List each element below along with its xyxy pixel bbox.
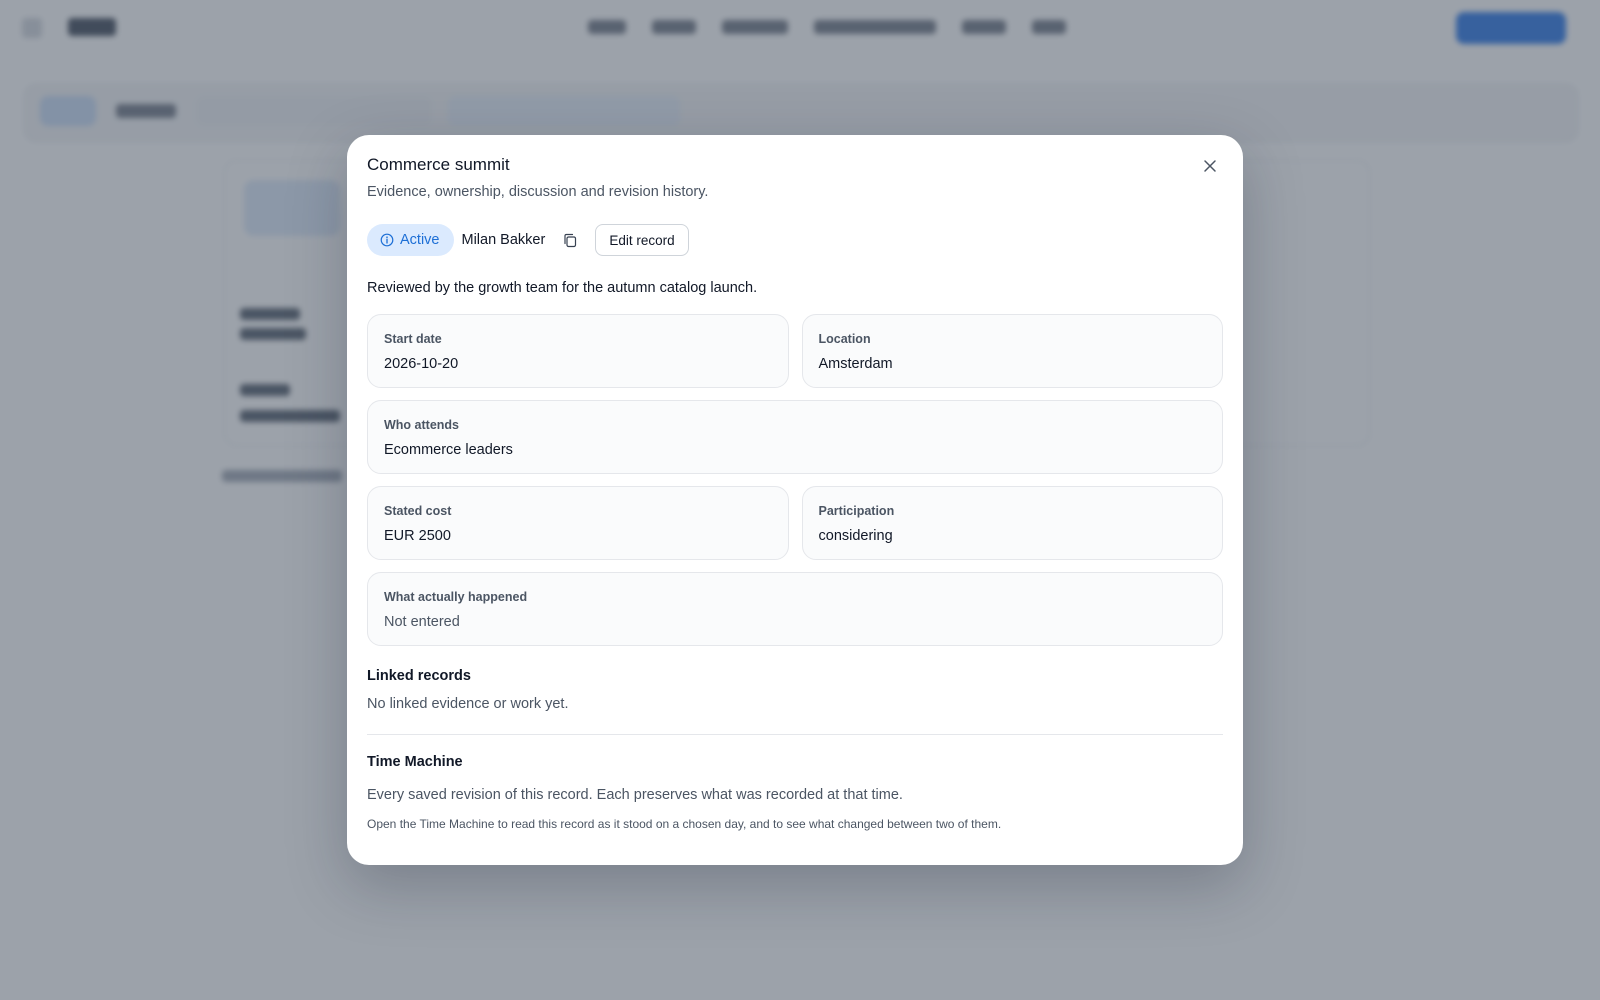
field-value: considering xyxy=(818,528,893,544)
info-icon xyxy=(380,233,394,247)
linked-records-heading: Linked records xyxy=(367,668,471,684)
status-badge: Active xyxy=(367,224,454,256)
field-label: Who attends xyxy=(384,418,459,432)
copy-button[interactable] xyxy=(559,229,581,251)
field-label: Participation xyxy=(818,504,895,518)
record-fields: Start date 2026-10-20 Location Amsterdam… xyxy=(367,314,1223,646)
linked-records-section: Linked records No linked evidence or wor… xyxy=(367,667,1223,713)
copy-icon xyxy=(564,233,577,247)
record-description: Reviewed by the growth team for the autu… xyxy=(367,280,758,296)
record-detail-dialog: Commerce summit Evidence, ownership, dis… xyxy=(347,135,1243,865)
owner-name: Milan Bakker xyxy=(461,232,546,248)
field-label: Stated cost xyxy=(384,504,452,518)
field-label: What actually happened xyxy=(384,590,528,604)
dialog-subtitle: Evidence, ownership, discussion and revi… xyxy=(367,184,709,200)
field-value: Ecommerce leaders xyxy=(384,442,513,458)
section-divider xyxy=(367,734,1223,735)
time-machine-section: Time Machine Every saved revision of thi… xyxy=(367,753,1223,832)
field-value: EUR 2500 xyxy=(384,528,451,544)
edit-record-button[interactable]: Edit record xyxy=(595,224,689,256)
field-value: Not entered xyxy=(384,614,460,630)
field-participation: Participation considering xyxy=(801,486,1223,560)
field-start-date: Start date 2026-10-20 xyxy=(367,314,789,388)
time-machine-description: Every saved revision of this record. Eac… xyxy=(367,787,903,803)
dialog-title: Commerce summit xyxy=(367,155,510,174)
close-button[interactable] xyxy=(1197,153,1223,179)
linked-records-empty: No linked evidence or work yet. xyxy=(367,696,569,712)
time-machine-hint: Open the Time Machine to read this recor… xyxy=(367,817,1002,831)
field-label: Start date xyxy=(384,332,442,346)
field-label: Location xyxy=(818,332,871,346)
field-value: 2026-10-20 xyxy=(384,356,459,372)
field-location: Location Amsterdam xyxy=(801,314,1223,388)
field-stated-cost: Stated cost EUR 2500 xyxy=(367,486,789,560)
field-what-actually-happened: What actually happened Not entered xyxy=(367,572,1223,646)
status-label: Active xyxy=(400,232,440,248)
close-icon xyxy=(1204,160,1216,172)
time-machine-heading: Time Machine xyxy=(367,754,463,770)
record-meta-row: Active Milan Bakker Edit record xyxy=(367,224,1223,256)
field-who-attends: Who attends Ecommerce leaders xyxy=(367,400,1223,474)
field-value: Amsterdam xyxy=(818,356,893,372)
